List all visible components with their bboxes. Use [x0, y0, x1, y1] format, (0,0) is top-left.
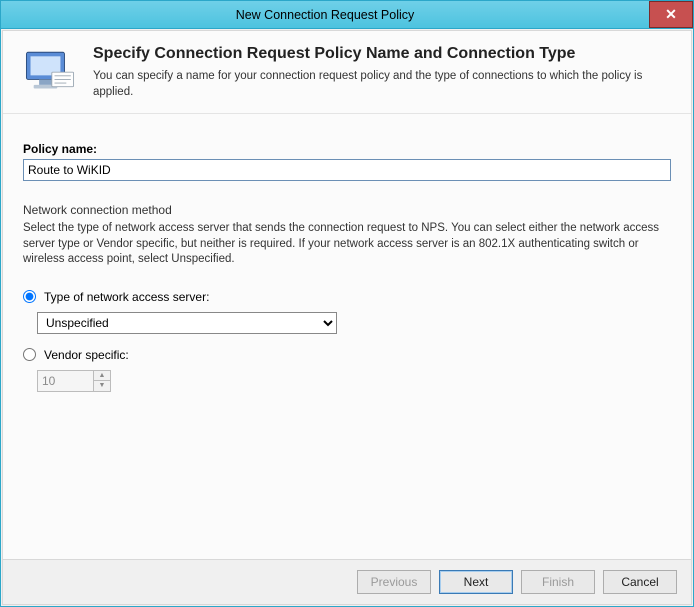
spinner-up-icon: ▲ — [94, 371, 110, 382]
vendor-radio-row[interactable]: Vendor specific: — [23, 348, 671, 362]
previous-button[interactable]: Previous — [357, 570, 431, 594]
vendor-spinner: ▲ ▼ — [37, 370, 113, 392]
wizard-window: New Connection Request Policy ✕ Spec — [0, 0, 694, 607]
vendor-radio-label: Vendor specific: — [44, 348, 129, 362]
finish-button[interactable]: Finish — [521, 570, 595, 594]
spinner-down-icon: ▼ — [94, 381, 110, 391]
next-button[interactable]: Next — [439, 570, 513, 594]
network-method-description: Select the type of network access server… — [23, 221, 671, 268]
type-radio-label: Type of network access server: — [44, 290, 209, 304]
titlebar: New Connection Request Policy ✕ — [1, 1, 693, 29]
wizard-body: Policy name: Network connection method S… — [3, 114, 691, 559]
close-icon: ✕ — [665, 6, 677, 23]
wizard-footer: Previous Next Finish Cancel — [3, 559, 691, 604]
type-select[interactable]: Unspecified — [37, 312, 337, 334]
vendor-spinner-buttons: ▲ ▼ — [93, 370, 111, 392]
window-title: New Connection Request Policy — [1, 1, 649, 28]
policy-name-label: Policy name: — [23, 142, 671, 156]
wizard-header: Specify Connection Request Policy Name a… — [3, 31, 691, 114]
vendor-radio[interactable] — [23, 348, 36, 361]
wizard-header-text: Specify Connection Request Policy Name a… — [93, 45, 673, 100]
policy-name-input[interactable] — [23, 159, 671, 181]
type-radio-row[interactable]: Type of network access server: — [23, 290, 671, 304]
type-radio[interactable] — [23, 290, 36, 303]
cancel-button[interactable]: Cancel — [603, 570, 677, 594]
vendor-value-input — [37, 370, 93, 392]
close-button[interactable]: ✕ — [649, 1, 693, 28]
page-title: Specify Connection Request Policy Name a… — [93, 45, 673, 63]
network-method-title: Network connection method — [23, 203, 671, 217]
wizard-content: Specify Connection Request Policy Name a… — [2, 30, 692, 605]
policy-monitor-icon — [21, 45, 79, 103]
page-description: You can specify a name for your connecti… — [93, 69, 673, 100]
